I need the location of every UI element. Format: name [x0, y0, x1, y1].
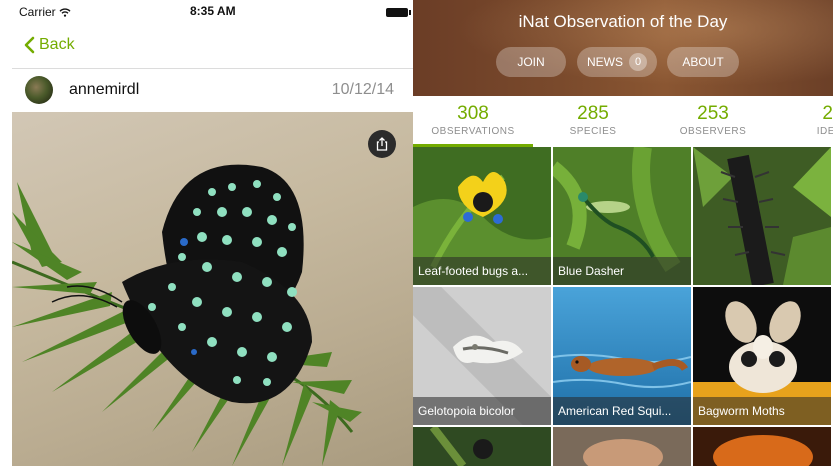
back-label: Back [39, 36, 75, 53]
tab-observations[interactable]: 308 OBSERVATIONS [413, 96, 533, 147]
join-button[interactable]: JOIN [496, 47, 566, 77]
news-button[interactable]: NEWS 0 [577, 47, 657, 77]
grid-tile[interactable] [553, 427, 691, 466]
observations-label: OBSERVATIONS [431, 126, 515, 137]
grid-tile[interactable]: Leaf-footed bugs a... [413, 147, 551, 285]
observation-detail-screen: Carrier 8:35 AM Back annemirdl 10/12/14 [0, 0, 413, 466]
species-count: 285 [577, 103, 609, 124]
hand-photo-icon [553, 427, 691, 466]
orange-insect-photo-icon [693, 427, 831, 466]
project-screen: iNat Observation of the Day JOIN NEWS 0 … [413, 0, 833, 466]
tile-caption: Bagworm Moths [693, 397, 831, 425]
about-button[interactable]: ABOUT [667, 47, 739, 77]
project-title: iNat Observation of the Day [518, 12, 728, 31]
wifi-icon [59, 7, 71, 17]
butterfly-photo-icon [12, 164, 362, 466]
stats-tabs: 308 OBSERVATIONS 285 SPECIES 253 OBSERVE… [413, 96, 833, 147]
status-time: 8:35 AM [190, 4, 236, 18]
observers-label: OBSERVERS [679, 126, 747, 137]
observer-row[interactable]: annemirdl 10/12/14 [12, 68, 413, 112]
about-label: ABOUT [682, 55, 724, 69]
join-label: JOIN [517, 55, 545, 69]
back-button[interactable]: Back [24, 36, 75, 54]
observation-date: 10/12/14 [331, 81, 394, 98]
tile-caption: American Red Squi... [553, 397, 691, 425]
grid-tile[interactable]: Bagworm Moths [693, 287, 831, 425]
grid-tile[interactable] [413, 427, 551, 466]
status-bar: Carrier 8:35 AM [0, 0, 413, 22]
tile-caption: Leaf-footed bugs a... [413, 257, 551, 285]
identifiers-count: 22 [822, 103, 833, 124]
news-label: NEWS [587, 55, 623, 69]
observation-photo[interactable] [12, 112, 413, 466]
caterpillar-photo-icon [693, 147, 831, 285]
tab-observers[interactable]: 253 OBSERVERS [653, 96, 773, 147]
grid-tile[interactable] [693, 147, 831, 285]
spider-photo-icon [413, 427, 551, 466]
tile-caption: Blue Dasher [553, 257, 691, 285]
identifiers-label: IDENT [816, 126, 833, 137]
grid-tile[interactable]: American Red Squi... [553, 287, 691, 425]
observation-grid: Leaf-footed bugs a... Blue Dasher Geloto… [413, 147, 833, 466]
species-label: SPECIES [569, 126, 617, 137]
share-icon [376, 137, 388, 151]
navigation-bar: Back [0, 30, 413, 66]
share-button[interactable] [368, 130, 396, 158]
tile-caption: Gelotopoia bicolor [413, 397, 551, 425]
observations-count: 308 [457, 103, 489, 124]
tab-identifiers[interactable]: 22 IDENT [773, 96, 833, 147]
grid-tile[interactable]: Blue Dasher [553, 147, 691, 285]
carrier-label: Carrier [19, 5, 56, 19]
observers-count: 253 [697, 103, 729, 124]
carrier-indicator: Carrier [19, 5, 71, 19]
observer-username[interactable]: annemirdl [69, 81, 139, 99]
battery-icon [386, 8, 411, 17]
tab-species[interactable]: 285 SPECIES [533, 96, 653, 147]
project-header: iNat Observation of the Day JOIN NEWS 0 … [413, 0, 833, 96]
grid-tile[interactable] [693, 427, 831, 466]
news-count-badge: 0 [629, 53, 647, 71]
avatar[interactable] [25, 76, 53, 104]
grid-tile[interactable]: Gelotopoia bicolor [413, 287, 551, 425]
chevron-left-icon [24, 36, 35, 54]
